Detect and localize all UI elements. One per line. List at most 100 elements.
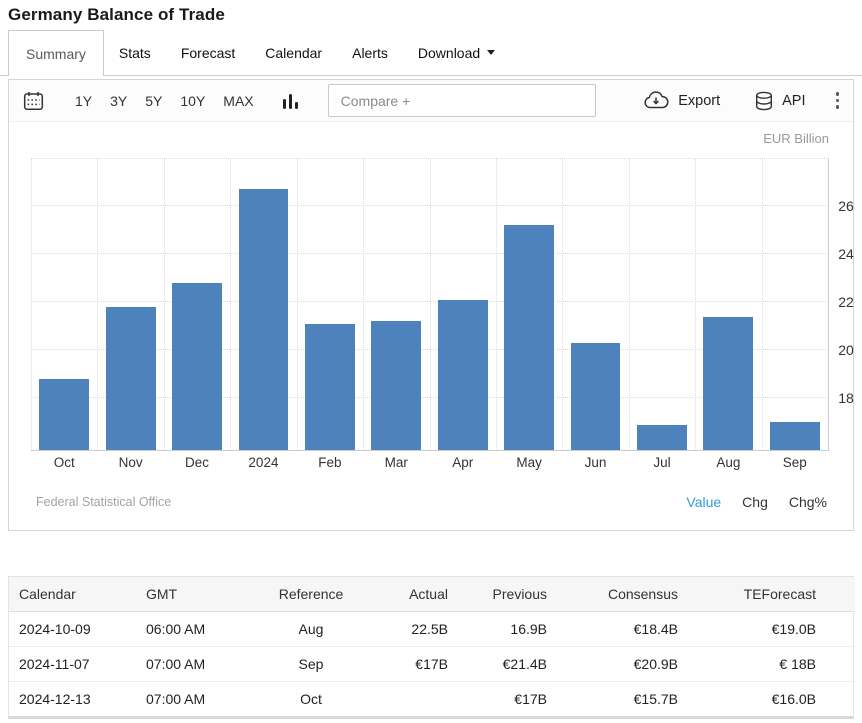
bar-dec[interactable]	[172, 283, 222, 450]
column-header-gmt: GMT	[146, 577, 256, 611]
range-button-10y[interactable]: 10Y	[171, 93, 214, 109]
table-row: 2024-11-0707:00 AMSep€17B€21.4B€20.9B€ 1…	[9, 646, 855, 681]
tab-stats[interactable]: Stats	[104, 30, 166, 75]
chart-area: EUR Billion 1820222426OctNovDec2024FebMa…	[9, 122, 853, 480]
table-cell: €15.7B	[547, 681, 678, 716]
chart-type-button[interactable]	[283, 93, 298, 109]
table-cell: 16.9B	[448, 611, 547, 646]
table-cell: €19.0B	[678, 611, 855, 646]
table-cell: 2024-11-07	[9, 646, 146, 681]
x-axis-label: Feb	[297, 450, 363, 470]
table-cell: €17B	[366, 646, 448, 681]
tab-download-label: Download	[418, 45, 480, 61]
date-range-button[interactable]	[23, 91, 44, 111]
y-tick-label: 20	[832, 342, 860, 358]
page-title: Germany Balance of Trade	[8, 5, 854, 25]
gridline-x	[562, 159, 563, 450]
y-tick-label: 22	[832, 294, 860, 310]
table-row: 2024-12-1307:00 AMOct€17B€15.7B€16.0B	[9, 681, 855, 716]
column-header-reference: Reference	[256, 577, 366, 611]
y-tick-label: 26	[832, 198, 860, 214]
y-tick-label: 24	[832, 246, 860, 262]
bar-sep[interactable]	[770, 422, 820, 450]
tab-forecast[interactable]: Forecast	[166, 30, 250, 75]
bar-jun[interactable]	[571, 343, 621, 450]
bar-2024[interactable]	[239, 189, 289, 450]
tab-summary-label: Summary	[26, 46, 86, 62]
x-axis-label: Aug	[695, 450, 761, 470]
range-button-max[interactable]: MAX	[214, 93, 262, 109]
x-axis-label: Jul	[629, 450, 695, 470]
range-button-3y[interactable]: 3Y	[101, 93, 136, 109]
compare-input[interactable]	[328, 84, 596, 117]
calendar-table: CalendarGMTReferenceActualPreviousConsen…	[8, 576, 854, 719]
gridline-x	[164, 159, 165, 450]
column-header-actual: Actual	[366, 577, 448, 611]
x-axis-label: Apr	[430, 450, 496, 470]
bar-oct[interactable]	[39, 379, 89, 450]
tab-summary[interactable]: Summary	[8, 30, 104, 76]
export-button[interactable]: Export	[642, 91, 720, 110]
toggle-chg-percent[interactable]: Chg%	[789, 494, 827, 510]
unit-label: EUR Billion	[763, 131, 829, 146]
bar-chart-icon	[283, 99, 286, 109]
plot-area: 1820222426OctNovDec2024FebMarAprMayJunJu…	[31, 158, 829, 451]
tab-calendar-label: Calendar	[265, 45, 322, 61]
column-header-previous: Previous	[448, 577, 547, 611]
toggle-value[interactable]: Value	[686, 494, 721, 510]
bar-may[interactable]	[504, 225, 554, 450]
table-body: 2024-10-0906:00 AMAug22.5B16.9B€18.4B€19…	[9, 611, 855, 716]
database-icon	[754, 91, 774, 111]
table-cell: €21.4B	[448, 646, 547, 681]
y-tick-label: 18	[832, 390, 860, 406]
gridline-x	[629, 159, 630, 450]
table-cell: Aug	[256, 611, 366, 646]
table-cell: €18.4B	[547, 611, 678, 646]
calendar-icon	[23, 91, 44, 111]
cloud-download-icon	[642, 91, 670, 110]
tab-alerts-label: Alerts	[352, 45, 388, 61]
table-cell: Oct	[256, 681, 366, 716]
bar-feb[interactable]	[305, 324, 355, 450]
table-cell: Sep	[256, 646, 366, 681]
title-bar: Germany Balance of Trade	[0, 0, 862, 30]
series-toggles: Value Chg Chg%	[665, 494, 827, 510]
tab-calendar[interactable]: Calendar	[250, 30, 337, 75]
column-header-calendar: Calendar	[9, 577, 146, 611]
toolbar-right: Export API	[642, 90, 839, 110]
x-axis-label: Mar	[363, 450, 429, 470]
gridline-x	[430, 159, 431, 450]
table-cell: € 18B	[678, 646, 855, 681]
x-axis-label: Nov	[97, 450, 163, 470]
bar-jul[interactable]	[637, 425, 687, 450]
table-cell: €17B	[448, 681, 547, 716]
range-button-5y[interactable]: 5Y	[136, 93, 171, 109]
chart-toolbar: 1Y3Y5Y10YMAX Export API	[9, 80, 853, 122]
x-axis-label: Sep	[762, 450, 828, 470]
api-button[interactable]: API	[754, 91, 805, 111]
range-buttons: 1Y3Y5Y10YMAX	[66, 93, 263, 109]
bar-apr[interactable]	[438, 300, 488, 450]
bar-aug[interactable]	[703, 317, 753, 450]
more-options-button[interactable]	[836, 90, 840, 110]
api-label: API	[782, 93, 805, 109]
table-cell	[366, 681, 448, 716]
table-cell: €16.0B	[678, 681, 855, 716]
column-header-teforecast: TEForecast	[678, 577, 855, 611]
range-button-1y[interactable]: 1Y	[66, 93, 101, 109]
toggle-chg[interactable]: Chg	[742, 494, 768, 510]
gridline-x	[230, 159, 231, 450]
gridline-x	[695, 159, 696, 450]
tab-stats-label: Stats	[119, 45, 151, 61]
tab-alerts[interactable]: Alerts	[337, 30, 403, 75]
export-label: Export	[678, 93, 720, 109]
bar-mar[interactable]	[371, 321, 421, 450]
x-axis-label: Dec	[164, 450, 230, 470]
table-header: CalendarGMTReferenceActualPreviousConsen…	[9, 577, 855, 611]
x-axis-label: May	[496, 450, 562, 470]
x-axis-label: 2024	[230, 450, 296, 470]
tab-download[interactable]: Download	[403, 30, 510, 75]
table-header-row: CalendarGMTReferenceActualPreviousConsen…	[9, 577, 855, 611]
gridline-x	[31, 159, 32, 450]
bar-nov[interactable]	[106, 307, 156, 450]
